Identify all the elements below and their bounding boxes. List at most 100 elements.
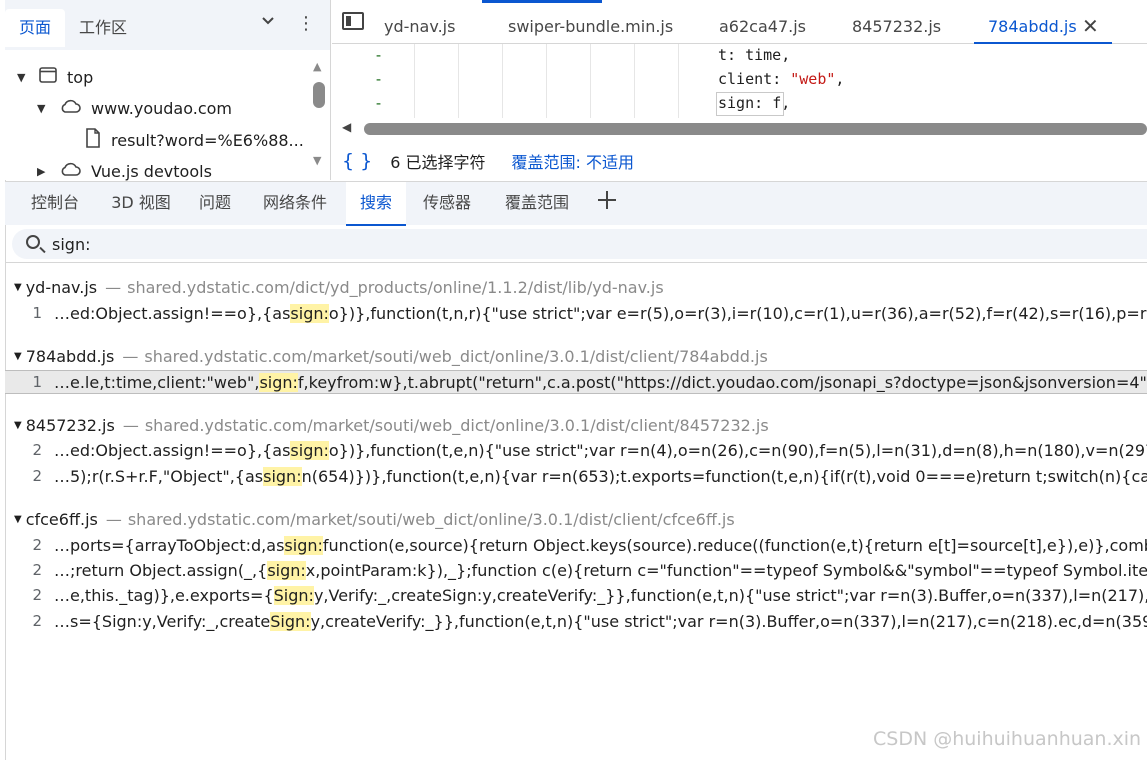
tab-3d-view[interactable]: 3D 视图	[99, 182, 183, 226]
result-file-name: yd-nav.js	[25, 277, 98, 297]
expanded-triangle-icon[interactable]: ▼	[37, 102, 53, 115]
tree-item-domain[interactable]: ▼ www.youdao.com	[37, 96, 232, 120]
search-input[interactable]	[52, 231, 1132, 257]
file-tab-a62ca47[interactable]: a62ca47.js	[719, 8, 806, 44]
result-file-url: shared.ydstatic.com/market/souti/web_dic…	[127, 509, 735, 529]
indent-guide	[414, 44, 415, 118]
tab-workspace[interactable]: 工作区	[65, 9, 141, 47]
match-before: …;return Object.assign(_,{	[54, 560, 268, 580]
tree-label: www.youdao.com	[91, 98, 232, 118]
line-number: 2	[32, 561, 42, 579]
result-file-url: shared.ydstatic.com/dict/yd_products/onl…	[127, 277, 664, 297]
code-key: client	[718, 70, 773, 88]
tab-sensors[interactable]: 传感器	[410, 182, 484, 226]
match-after: f,keyfrom:w},t.abrupt("return",c.a.post(…	[297, 372, 1147, 392]
chevron-down-icon[interactable]	[255, 12, 281, 38]
close-icon[interactable]: ✕	[1082, 16, 1099, 36]
search-icon	[26, 235, 40, 249]
source-editor: yd-nav.js swiper-bundle.min.js a62ca47.j…	[332, 0, 1147, 180]
match-after: n(654)})},function(t,e,n){var r=n(653);t…	[301, 466, 1147, 486]
result-match-row[interactable]: 1 …ed:Object.assign!==o},{assign:o})},fu…	[5, 301, 1147, 325]
file-tab-8457232[interactable]: 8457232.js	[852, 8, 941, 44]
result-match-row[interactable]: 2 …s={Sign:y,Verify:_,createSign:y,creat…	[5, 609, 1147, 633]
match-text: …e.le,t:time,client:"web",sign:f,keyfrom…	[54, 372, 1147, 392]
result-group-header[interactable]: ▼ yd-nav.js — shared.ydstatic.com/dict/y…	[14, 276, 664, 298]
code-view[interactable]: - - - t: time, client: "web", sign: f,	[332, 44, 1147, 118]
match-before: …5);r(r.S+r.F,"Object",{as	[54, 466, 264, 486]
code-key: t	[718, 46, 728, 64]
indent-guide	[590, 44, 591, 118]
toggle-navigator-icon[interactable]	[342, 12, 364, 30]
match-before: …e.le,t:time,client:"web",	[54, 372, 260, 392]
match-text: …e,this._tag)},e.exports={Sign:y,Verify:…	[54, 585, 1147, 605]
code-string-value: "web"	[790, 70, 836, 88]
horizontal-scrollbar-thumb[interactable]	[364, 123, 1147, 135]
result-group-header[interactable]: ▼ cfce6ff.js — shared.ydstatic.com/marke…	[14, 508, 735, 530]
match-after: o})},function(t,n,r){"use strict";var e=…	[328, 303, 1147, 323]
indent-guide	[678, 44, 679, 118]
line-number: 2	[32, 441, 42, 459]
result-group-header[interactable]: ▼ 8457232.js — shared.ydstatic.com/marke…	[14, 414, 769, 436]
result-match-row[interactable]: 2 …ed:Object.assign!==o},{assign:o})},fu…	[5, 438, 1147, 462]
line-number: 2	[32, 536, 42, 554]
match-text: …ed:Object.assign!==o},{assign:o})},func…	[54, 303, 1147, 323]
expanded-triangle-icon[interactable]: ▼	[14, 282, 22, 293]
navigator-scrollbar-thumb[interactable]	[313, 82, 325, 108]
line-number: 1	[32, 304, 42, 322]
editor-status-bar: { } 6 已选择字符 覆盖范围: 不适用	[332, 142, 1147, 180]
scroll-left-arrow-icon[interactable]: ◀	[342, 120, 351, 134]
pretty-print-braces-icon[interactable]: { }	[342, 150, 372, 172]
result-match-row[interactable]: 2 …ports={arrayToObject:d,assign:functio…	[5, 533, 1147, 557]
scroll-down-arrow-icon[interactable]: ▼	[313, 154, 321, 167]
expanded-triangle-icon[interactable]: ▼	[17, 71, 33, 84]
document-icon	[85, 128, 101, 152]
diff-marker: -	[374, 70, 384, 88]
add-tab-plus-icon[interactable]	[596, 188, 618, 218]
tree-label: result?word=%E6%88...	[111, 130, 304, 150]
file-tab-yd-nav[interactable]: yd-nav.js	[384, 8, 455, 44]
result-match-row[interactable]: 2 …;return Object.assign(_,{sign:x,point…	[5, 558, 1147, 582]
editor-file-tabs: yd-nav.js swiper-bundle.min.js a62ca47.j…	[332, 8, 1147, 44]
code-line: client: "web",	[718, 70, 845, 88]
tab-page[interactable]: 页面	[5, 9, 66, 47]
match-highlight: sign:	[259, 372, 298, 392]
result-match-row[interactable]: 2 …e,this._tag)},e.exports={Sign:y,Verif…	[5, 583, 1147, 607]
match-after: y,Verify:_,createSign:y,createVerify:_}}…	[313, 585, 1147, 605]
horizontal-scrollbar[interactable]: ◀	[332, 118, 1147, 138]
tree-item-vue-devtools[interactable]: ▶ Vue.js devtools	[37, 159, 212, 183]
tree-item-top[interactable]: ▼ top	[17, 65, 93, 89]
scroll-up-arrow-icon[interactable]: ▲	[313, 60, 321, 73]
tab-console[interactable]: 控制台	[17, 182, 93, 226]
tab-network-conditions[interactable]: 网络条件	[249, 182, 341, 226]
line-number: 2	[32, 586, 42, 604]
match-after: x,pointParam:k}),_};function c(e){return…	[305, 560, 1147, 580]
tree-label: top	[67, 67, 94, 87]
more-options-icon[interactable]: ⋮	[297, 10, 315, 38]
result-match-row-selected[interactable]: 1 …e.le,t:time,client:"web",sign:f,keyfr…	[5, 370, 1147, 394]
expanded-triangle-icon[interactable]: ▼	[14, 351, 22, 362]
result-file-name: cfce6ff.js	[25, 509, 98, 529]
code-value: time	[745, 46, 782, 64]
selection-count: 6 已选择字符	[390, 153, 486, 172]
result-match-row[interactable]: 2 …5);r(r.S+r.F,"Object",{assign:n(654)}…	[5, 464, 1147, 488]
expanded-triangle-icon[interactable]: ▼	[14, 420, 22, 431]
match-after: function(e,source){return Object.keys(so…	[322, 535, 1147, 555]
match-before: …e,this._tag)},e.exports={	[54, 585, 274, 605]
match-text: …ed:Object.assign!==o},{assign:o})},func…	[54, 440, 1147, 460]
expanded-triangle-icon[interactable]: ▼	[14, 514, 22, 525]
tab-coverage[interactable]: 覆盖范围	[490, 182, 584, 226]
tree-item-result-doc[interactable]: result?word=%E6%88...	[79, 128, 304, 152]
diff-marker: -	[374, 46, 384, 64]
match-text: …s={Sign:y,Verify:_,createSign:y,createV…	[54, 611, 1147, 631]
separator: —	[122, 346, 139, 366]
tab-issues[interactable]: 问题	[187, 182, 243, 226]
tab-search[interactable]: 搜索	[346, 182, 406, 226]
tree-label: Vue.js devtools	[91, 161, 212, 181]
match-highlight: sign:	[284, 535, 323, 555]
result-group-header[interactable]: ▼ 784abdd.js — shared.ydstatic.com/marke…	[14, 345, 768, 367]
file-tab-swiper-bundle[interactable]: swiper-bundle.min.js	[508, 8, 673, 44]
match-highlight: Sign:	[273, 585, 314, 605]
result-file-url: shared.ydstatic.com/market/souti/web_dic…	[144, 415, 769, 435]
collapsed-triangle-icon[interactable]: ▶	[37, 165, 53, 178]
coverage-link[interactable]: 覆盖范围: 不适用	[512, 149, 634, 173]
